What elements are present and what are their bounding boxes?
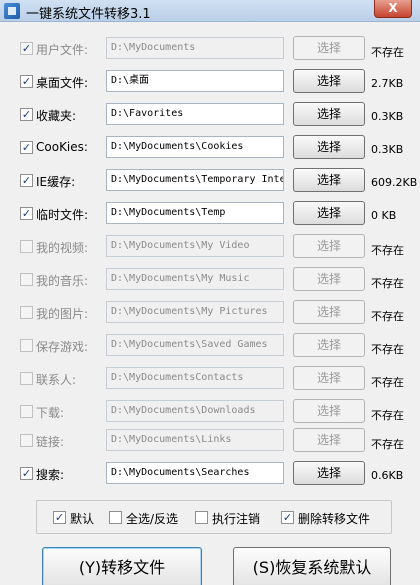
folder-row: 链接: D:\MyDocuments\Links 选择 不存在: [0, 426, 420, 456]
folder-label: 用户文件:: [36, 43, 89, 57]
close-button[interactable]: X: [374, 0, 412, 18]
folder-label: 收藏夹:: [36, 109, 77, 123]
select-folder-button: 选择: [293, 428, 365, 452]
folder-path-field: D:\MyDocuments\Downloads: [106, 400, 284, 422]
folder-row: ✓ 临时文件: D:\MyDocuments\Temp 选择 0 KB: [0, 199, 420, 229]
folder-status: 不存在: [371, 376, 404, 389]
folder-label: 保存游戏:: [36, 340, 89, 354]
option-delete-moved-label: 删除转移文件: [298, 512, 371, 526]
select-folder-button: 选择: [293, 399, 365, 423]
select-folder-button[interactable]: 选择: [293, 461, 365, 485]
folder-path-field: D:\MyDocuments: [106, 37, 284, 59]
folder-checkbox: [20, 273, 33, 286]
folder-status: 0 KB: [371, 209, 397, 222]
folder-row: ✓ 搜索: D:\MyDocuments\Searches 选择 0.6KB: [0, 459, 420, 489]
folder-path-field[interactable]: D:\MyDocuments\Searches: [106, 462, 284, 484]
folder-row: ✓ 桌面文件: D:\桌面 选择 2.7KB: [0, 67, 420, 97]
window-title: 一键系统文件转移3.1: [26, 7, 151, 22]
folder-label: 搜索:: [36, 468, 65, 482]
folder-label: CooKies:: [36, 140, 88, 154]
folder-row: 我的视频: D:\MyDocuments\My Video 选择 不存在: [0, 232, 420, 262]
option-logoff-label: 执行注销: [212, 512, 261, 526]
title-bar: 一键系统文件转移3.1 X: [0, 0, 420, 22]
folder-checkbox[interactable]: ✓: [20, 207, 33, 220]
folder-status: 2.7KB: [371, 77, 404, 90]
select-folder-button: 选择: [293, 333, 365, 357]
folder-label: 临时文件:: [36, 208, 89, 222]
folder-checkbox: [20, 306, 33, 319]
folder-path-field[interactable]: D:\Favorites: [106, 103, 284, 125]
folder-checkbox[interactable]: ✓: [20, 174, 33, 187]
folder-path-field: D:\MyDocumentsContacts: [106, 367, 284, 389]
select-folder-button: 选择: [293, 267, 365, 291]
folder-checkbox: [20, 405, 33, 418]
folder-path-field: D:\MyDocuments\Saved Games: [106, 334, 284, 356]
folder-path-field[interactable]: D:\MyDocuments\Cookies: [106, 136, 284, 158]
folder-checkbox[interactable]: ✓: [20, 141, 33, 154]
folder-status: 不存在: [371, 277, 404, 290]
folder-row: ✓ 用户文件: D:\MyDocuments 选择 不存在: [0, 34, 420, 64]
folder-status: 0.6KB: [371, 469, 404, 482]
select-folder-button: 选择: [293, 366, 365, 390]
folder-row: ✓ 收藏夹: D:\Favorites 选择 0.3KB: [0, 100, 420, 130]
option-select-all-checkbox[interactable]: [109, 511, 122, 524]
folder-label: 下载:: [36, 406, 65, 420]
folder-label: 链接:: [36, 435, 65, 449]
option-default-checkbox[interactable]: ✓: [53, 511, 66, 524]
folder-checkbox[interactable]: ✓: [20, 108, 33, 121]
folder-status: 609.2KB: [371, 176, 418, 189]
folder-status: 不存在: [371, 409, 404, 422]
select-folder-button: 选择: [293, 300, 365, 324]
folder-checkbox[interactable]: ✓: [20, 75, 33, 88]
folder-checkbox: [20, 372, 33, 385]
option-delete-moved-checkbox[interactable]: ✓: [281, 511, 294, 524]
folder-row: 我的音乐: D:\MyDocuments\My Music 选择 不存在: [0, 265, 420, 295]
folder-status: 0.3KB: [371, 143, 404, 156]
folder-status: 不存在: [371, 46, 404, 59]
folder-label: 我的图片:: [36, 307, 89, 321]
restore-defaults-button[interactable]: (S)恢复系统默认: [233, 547, 391, 585]
folder-label: 我的音乐:: [36, 274, 89, 288]
select-folder-button[interactable]: 选择: [293, 69, 365, 93]
folder-row: 保存游戏: D:\MyDocuments\Saved Games 选择 不存在: [0, 331, 420, 361]
folder-checkbox: [20, 240, 33, 253]
folder-status: 不存在: [371, 438, 404, 451]
folder-checkbox: [20, 339, 33, 352]
folder-path-field[interactable]: D:\MyDocuments\Temporary Inte: [106, 169, 284, 191]
folder-checkbox[interactable]: ✓: [20, 467, 33, 480]
folder-path-field: D:\MyDocuments\Links: [106, 429, 284, 451]
folder-row: 联系人: D:\MyDocumentsContacts 选择 不存在: [0, 364, 420, 394]
folder-checkbox: ✓: [20, 42, 33, 55]
folder-label: 我的视频:: [36, 241, 89, 255]
option-logoff-checkbox[interactable]: [195, 511, 208, 524]
folder-label: 联系人:: [36, 373, 77, 387]
folder-status: 不存在: [371, 244, 404, 257]
folder-status: 不存在: [371, 310, 404, 323]
folder-row: ✓ IE缓存: D:\MyDocuments\Temporary Inte 选择 609…: [0, 166, 420, 196]
select-folder-button[interactable]: 选择: [293, 102, 365, 126]
folder-path-field: D:\MyDocuments\My Music: [106, 268, 284, 290]
folder-path-field[interactable]: D:\MyDocuments\Temp: [106, 202, 284, 224]
folder-path-field: D:\MyDocuments\My Video: [106, 235, 284, 257]
folder-path-field[interactable]: D:\桌面: [106, 70, 284, 92]
folder-label: 桌面文件:: [36, 76, 89, 90]
folder-label: IE缓存:: [36, 175, 76, 189]
folder-row: 下载: D:\MyDocuments\Downloads 选择 不存在: [0, 397, 420, 427]
select-folder-button[interactable]: 选择: [293, 135, 365, 159]
folder-row: 我的图片: D:\MyDocuments\My Pictures 选择 不存在: [0, 298, 420, 328]
select-folder-button[interactable]: 选择: [293, 168, 365, 192]
transfer-files-button[interactable]: (Y)转移文件: [42, 547, 202, 585]
app-icon: [4, 3, 20, 19]
options-group: ✓ 默认 全选/反选 执行注销 ✓ 删除转移文件: [36, 500, 392, 534]
option-select-all-label: 全选/反选: [126, 512, 179, 526]
folder-status: 不存在: [371, 343, 404, 356]
folder-status: 0.3KB: [371, 110, 404, 123]
select-folder-button[interactable]: 选择: [293, 201, 365, 225]
folder-row: ✓ CooKies: D:\MyDocuments\Cookies 选择 0.3KB: [0, 133, 420, 163]
option-default-label: 默认: [70, 512, 95, 526]
folder-checkbox: [20, 434, 33, 447]
select-folder-button: 选择: [293, 36, 365, 60]
select-folder-button: 选择: [293, 234, 365, 258]
folder-path-field: D:\MyDocuments\My Pictures: [106, 301, 284, 323]
